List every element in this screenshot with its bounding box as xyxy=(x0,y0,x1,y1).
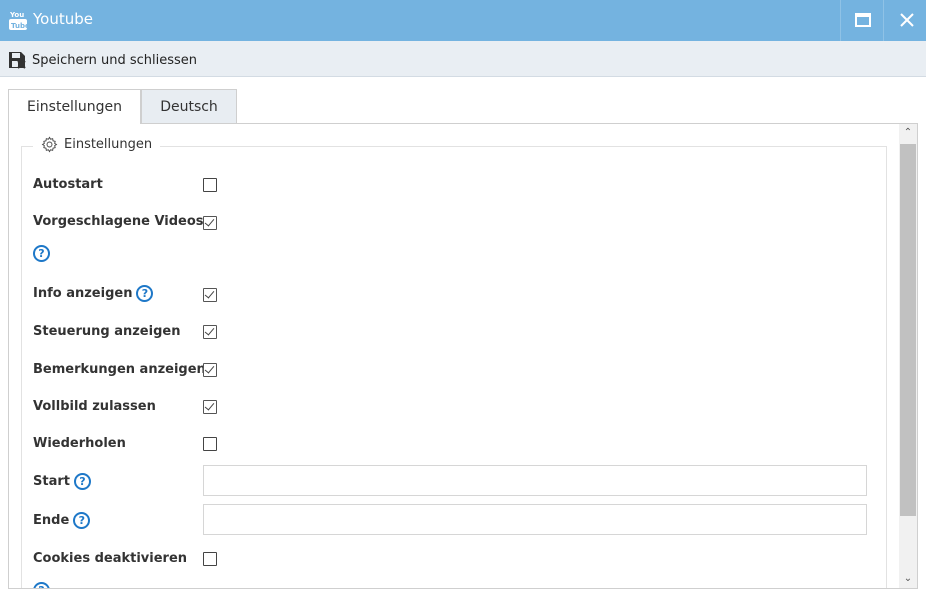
fieldset-legend: Einstellungen xyxy=(33,136,161,153)
toolbar: Speichern und schliessen xyxy=(0,41,926,77)
show-info-label-text: Info anzeigen xyxy=(33,286,133,301)
end-label-text: Ende xyxy=(33,513,70,528)
allow-fullscreen-checkbox[interactable] xyxy=(203,400,217,414)
show-annotations-checkbox[interactable] xyxy=(203,363,217,377)
scroll-down-arrow-icon[interactable]: ⌄ xyxy=(899,570,917,588)
show-annotations-label: Bemerkungen anzeigen xyxy=(33,362,206,377)
disable-cookies-checkbox[interactable] xyxy=(203,552,217,566)
start-input[interactable] xyxy=(203,465,867,496)
show-info-help-icon[interactable]: ? xyxy=(136,285,154,302)
autostart-label: Autostart xyxy=(33,177,103,192)
end-label: Ende ? xyxy=(33,512,91,529)
svg-text:Tube: Tube xyxy=(11,22,27,30)
maximize-icon xyxy=(855,13,871,27)
repeat-label-text: Wiederholen xyxy=(33,436,126,451)
suggested-videos-label-text: Vorgeschlagene Videos xyxy=(33,214,204,229)
tab-einstellungen[interactable]: Einstellungen xyxy=(8,89,141,124)
allow-fullscreen-label-text: Vollbild zulassen xyxy=(33,399,156,414)
suggested-videos-help-icon[interactable]: ? xyxy=(33,245,50,262)
start-label-text: Start xyxy=(33,474,70,489)
repeat-label: Wiederholen xyxy=(33,436,126,451)
save-close-icon xyxy=(9,52,26,69)
window-title: Youtube xyxy=(33,10,93,28)
save-and-close-button[interactable]: Speichern und schliessen xyxy=(8,49,197,71)
maximize-button[interactable] xyxy=(840,0,883,41)
start-label: Start ? xyxy=(33,473,91,490)
end-input[interactable] xyxy=(203,504,867,535)
suggested-videos-label: Vorgeschlagene Videos xyxy=(33,214,204,229)
youtube-icon: You Tube xyxy=(9,9,30,31)
end-help-icon[interactable]: ? xyxy=(73,512,91,529)
legend-label: Einstellungen xyxy=(64,137,153,152)
show-info-checkbox[interactable] xyxy=(203,288,217,302)
save-and-close-label: Speichern und schliessen xyxy=(32,52,198,68)
title-bar: You Tube Youtube xyxy=(0,0,926,41)
close-button[interactable] xyxy=(883,0,926,41)
show-controls-label: Steuerung anzeigen xyxy=(33,324,180,339)
show-controls-checkbox[interactable] xyxy=(203,325,217,339)
suggested-videos-checkbox[interactable] xyxy=(203,216,217,230)
disable-cookies-label: Cookies deaktivieren xyxy=(33,551,187,566)
start-help-icon[interactable]: ? xyxy=(73,473,91,490)
settings-panel: Einstellungen Autostart Vorgeschlagene V… xyxy=(8,123,918,589)
autostart-label-text: Autostart xyxy=(33,177,103,192)
show-annotations-label-text: Bemerkungen anzeigen xyxy=(33,362,206,377)
tab-deutsch[interactable]: Deutsch xyxy=(141,89,237,124)
gear-icon xyxy=(41,136,58,153)
repeat-checkbox[interactable] xyxy=(203,437,217,451)
autostart-checkbox[interactable] xyxy=(203,178,217,192)
close-icon xyxy=(900,13,914,27)
scrollbar-thumb[interactable] xyxy=(900,144,916,516)
vertical-scrollbar[interactable]: ⌃ ⌄ xyxy=(899,124,917,588)
disable-cookies-label-text: Cookies deaktivieren xyxy=(33,551,188,566)
show-controls-label-text: Steuerung anzeigen xyxy=(33,324,181,339)
show-info-label: Info anzeigen ? xyxy=(33,285,154,302)
allow-fullscreen-label: Vollbild zulassen xyxy=(33,399,156,414)
svg-text:You: You xyxy=(9,11,24,19)
scroll-up-arrow-icon[interactable]: ⌃ xyxy=(899,124,917,142)
